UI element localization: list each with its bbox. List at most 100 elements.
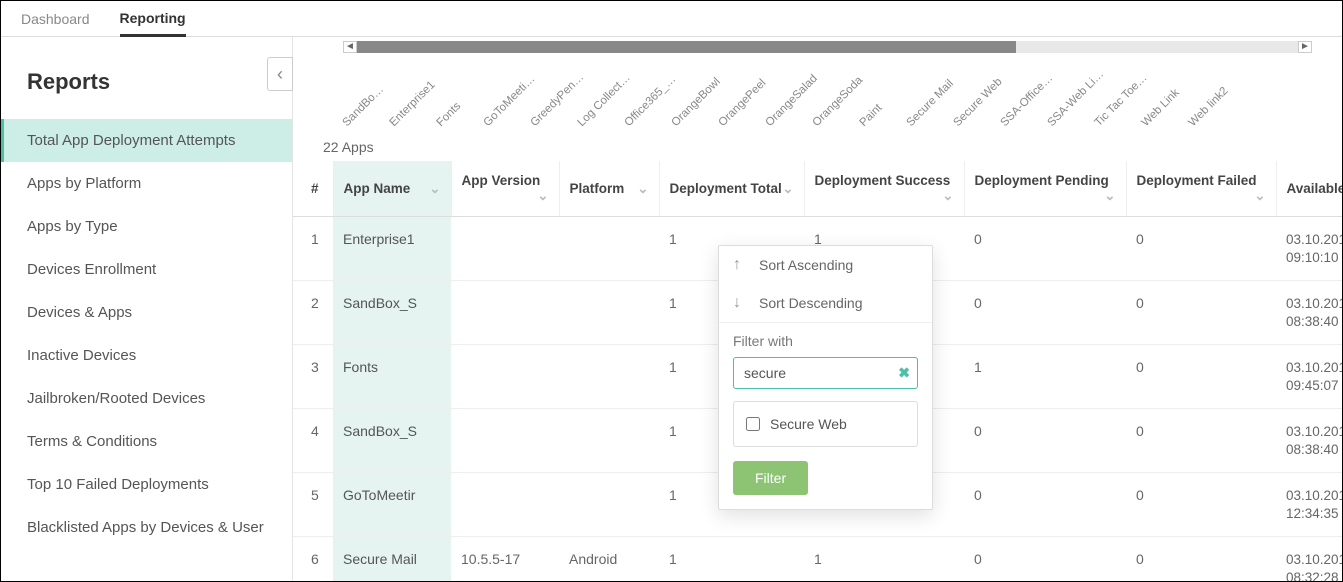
col-deployment-pending[interactable]: Deployment Pending⌄ xyxy=(964,161,1126,217)
cell-failed: 0 xyxy=(1126,281,1276,345)
sidebar-item-devices-and-apps[interactable]: Devices & Apps xyxy=(1,291,292,334)
tab-dashboard[interactable]: Dashboard xyxy=(21,3,90,35)
filter-button[interactable]: Filter xyxy=(733,461,808,495)
cell-app-name: GoToMeetir xyxy=(333,473,451,537)
sidebar-item-total-app-deployment[interactable]: Total App Deployment Attempts xyxy=(1,119,292,162)
table-row[interactable]: 6Secure Mail10.5.5-17Android110003.10.20… xyxy=(293,537,1342,581)
cell-failed: 0 xyxy=(1126,345,1276,409)
col-deployment-success[interactable]: Deployment Success⌄ xyxy=(804,161,964,217)
filter-option-label: Secure Web xyxy=(770,416,847,432)
col-deployment-total[interactable]: Deployment Total⌄ xyxy=(659,161,804,217)
col-deployment-failed[interactable]: Deployment Failed⌄ xyxy=(1126,161,1276,217)
scroll-track[interactable] xyxy=(357,41,1298,53)
cell-num: 4 xyxy=(293,409,333,473)
col-num[interactable]: # xyxy=(293,161,333,217)
chart-axis-label: Secure Mail xyxy=(905,78,956,129)
cell-available: 03.10.201 08:38:40 xyxy=(1276,281,1342,345)
cell-total: 1 xyxy=(659,537,804,581)
chevron-down-icon[interactable]: ⌄ xyxy=(637,181,648,197)
chart-axis-label: SandBo… xyxy=(341,83,387,129)
sort-descending-item[interactable]: ↓ Sort Descending xyxy=(719,284,932,322)
sidebar-item-blacklisted-apps[interactable]: Blacklisted Apps by Devices & User xyxy=(1,506,292,549)
cell-available: 03.10.201 09:10:10 xyxy=(1276,217,1342,281)
chevron-down-icon[interactable]: ⌄ xyxy=(537,188,548,204)
filter-option-secure-web[interactable]: Secure Web xyxy=(733,401,918,447)
cell-app-version xyxy=(451,217,559,281)
cell-app-name: SandBox_S xyxy=(333,409,451,473)
apps-count-label: 22 Apps xyxy=(323,139,1342,155)
cell-pending: 0 xyxy=(964,409,1126,473)
chevron-left-icon: ‹ xyxy=(277,64,283,85)
cell-pending: 0 xyxy=(964,281,1126,345)
clear-icon[interactable]: ✖ xyxy=(898,365,910,382)
cell-app-version xyxy=(451,281,559,345)
sidebar-collapse-button[interactable]: ‹ xyxy=(267,57,293,91)
cell-pending: 0 xyxy=(964,217,1126,281)
cell-platform xyxy=(559,473,659,537)
chart-axis-label: Web Link xyxy=(1140,87,1182,129)
cell-pending: 1 xyxy=(964,345,1126,409)
chart-axis-label: OrangePeel xyxy=(717,77,769,129)
cell-platform xyxy=(559,345,659,409)
arrow-down-icon: ↓ xyxy=(733,294,749,312)
cell-platform xyxy=(559,281,659,345)
sort-ascending-item[interactable]: ↑ Sort Ascending xyxy=(719,246,932,284)
scroll-left-icon[interactable]: ◄ xyxy=(343,41,357,53)
filter-option-checkbox[interactable] xyxy=(746,417,760,431)
cell-failed: 0 xyxy=(1126,473,1276,537)
sidebar-item-apps-by-platform[interactable]: Apps by Platform xyxy=(1,162,292,205)
chart-axis-label: Web link2 xyxy=(1187,85,1231,129)
filter-input[interactable] xyxy=(733,357,918,389)
cell-failed: 0 xyxy=(1126,409,1276,473)
sidebar-item-terms-conditions[interactable]: Terms & Conditions xyxy=(1,420,292,463)
chevron-down-icon[interactable]: ⌄ xyxy=(429,181,440,197)
cell-pending: 0 xyxy=(964,473,1126,537)
sort-asc-label: Sort Ascending xyxy=(759,257,853,273)
arrow-up-icon: ↑ xyxy=(733,256,749,274)
cell-app-version xyxy=(451,473,559,537)
cell-platform xyxy=(559,217,659,281)
col-platform[interactable]: Platform⌄ xyxy=(559,161,659,217)
cell-num: 6 xyxy=(293,537,333,581)
chevron-down-icon[interactable]: ⌄ xyxy=(1254,188,1265,204)
col-app-version[interactable]: App Version⌄ xyxy=(451,161,559,217)
col-available[interactable]: Available xyxy=(1276,161,1342,217)
sidebar: ‹ Reports Total App Deployment Attempts … xyxy=(1,37,293,581)
cell-app-version: 10.5.5-17 xyxy=(451,537,559,581)
scroll-thumb[interactable] xyxy=(357,41,1016,53)
chart-axis-label: Fonts xyxy=(435,100,464,129)
chart-axis-label: Secure Web xyxy=(952,76,1005,129)
sidebar-item-inactive-devices[interactable]: Inactive Devices xyxy=(1,334,292,377)
reports-heading: Reports xyxy=(1,57,292,119)
cell-failed: 0 xyxy=(1126,217,1276,281)
cell-failed: 0 xyxy=(1126,537,1276,581)
cell-app-name: Enterprise1 xyxy=(333,217,451,281)
cell-available: 03.10.201 12:34:35 xyxy=(1276,473,1342,537)
top-tabs: Dashboard Reporting xyxy=(1,1,1342,37)
chart-axis-label: OrangeBowl xyxy=(670,76,723,129)
cell-num: 1 xyxy=(293,217,333,281)
sidebar-item-devices-enrollment[interactable]: Devices Enrollment xyxy=(1,248,292,291)
cell-success: 1 xyxy=(804,537,964,581)
tab-reporting[interactable]: Reporting xyxy=(120,2,186,37)
chart-scrollbar[interactable]: ◄ ► xyxy=(343,41,1312,53)
cell-platform: Android xyxy=(559,537,659,581)
chart-axis-labels: SandBo…Enterprise1FontsGoToMeeti…GreedyP… xyxy=(343,59,1312,129)
sidebar-item-jailbroken-devices[interactable]: Jailbroken/Rooted Devices xyxy=(1,377,292,420)
sidebar-item-apps-by-type[interactable]: Apps by Type xyxy=(1,205,292,248)
sidebar-item-top10-failed[interactable]: Top 10 Failed Deployments xyxy=(1,463,292,506)
filter-with-label: Filter with xyxy=(733,333,918,349)
cell-available: 03.10.201 08:38:40 xyxy=(1276,409,1342,473)
cell-app-name: SandBox_S xyxy=(333,281,451,345)
chevron-down-icon[interactable]: ⌄ xyxy=(942,188,953,204)
scroll-right-icon[interactable]: ► xyxy=(1298,41,1312,53)
cell-available: 03.10.201 08:32:28 xyxy=(1276,537,1342,581)
cell-platform xyxy=(559,409,659,473)
chart-axis-label: Paint xyxy=(858,102,885,129)
cell-num: 3 xyxy=(293,345,333,409)
chevron-down-icon[interactable]: ⌄ xyxy=(1104,188,1115,204)
sort-desc-label: Sort Descending xyxy=(759,295,863,311)
chevron-down-icon[interactable]: ⌄ xyxy=(782,181,793,197)
cell-app-version xyxy=(451,409,559,473)
col-app-name[interactable]: App Name⌄ xyxy=(333,161,451,217)
